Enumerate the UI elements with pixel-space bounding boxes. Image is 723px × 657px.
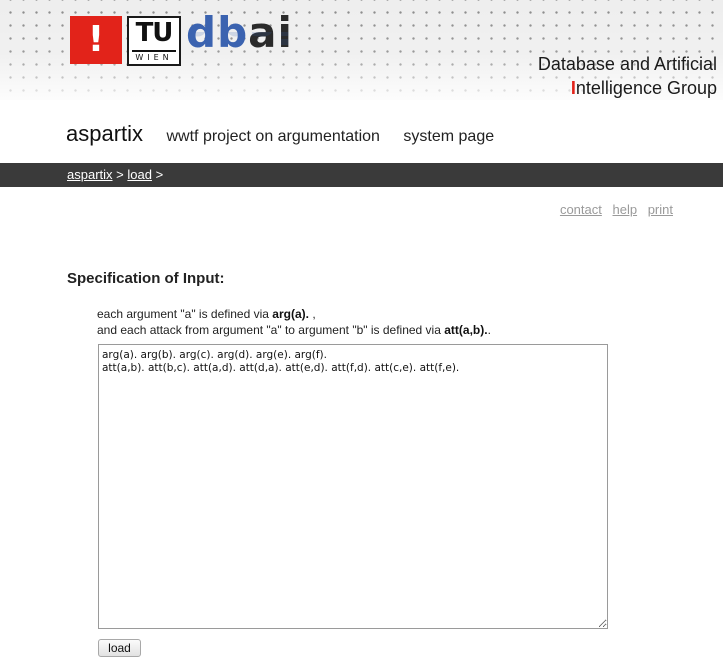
- title-row: aspartix wwtf project on argumentation s…: [66, 121, 494, 147]
- tu-logo-text: TU: [135, 18, 174, 48]
- nav-link-wwtf-project[interactable]: wwtf project on argumentation: [167, 128, 380, 146]
- section-heading: Specification of Input:: [67, 270, 225, 287]
- group-name-line2-rest: ntelligence Group: [575, 78, 717, 98]
- description-line-arguments: each argument "a" is defined via arg(a).…: [97, 307, 316, 321]
- group-name: Database and Artificial Intelligence Gro…: [538, 52, 717, 100]
- site-title[interactable]: aspartix: [66, 121, 143, 147]
- breadcrumb-separator: >: [116, 167, 124, 182]
- dbai-logo-reflection: dbai: [186, 32, 293, 52]
- framework-input-textarea[interactable]: arg(a). arg(b). arg(c). arg(d). arg(e). …: [98, 344, 608, 629]
- breadcrumb-bar: aspartix > load >: [0, 163, 723, 187]
- help-link[interactable]: help: [613, 202, 638, 217]
- group-name-line1: Database and Artificial: [537, 54, 717, 74]
- site-header: ! TU WIEN dbai dbai Database and Artific…: [0, 0, 723, 100]
- description-line-attacks: and each attack from argument "a" to arg…: [97, 323, 491, 337]
- utility-links: contact help print: [553, 202, 673, 217]
- tu-wien-logo-icon[interactable]: TU WIEN: [127, 16, 181, 66]
- input-description: each argument "a" is defined via arg(a).…: [97, 306, 657, 338]
- group-name-line2: Intelligence Group: [538, 76, 717, 100]
- contact-link[interactable]: contact: [560, 202, 602, 217]
- arg-syntax: arg(a).: [272, 307, 309, 321]
- exclamation-logo-icon[interactable]: !: [70, 16, 122, 64]
- breadcrumb: aspartix > load >: [67, 163, 163, 187]
- print-link[interactable]: print: [648, 202, 673, 217]
- breadcrumb-separator: >: [155, 167, 164, 182]
- load-button[interactable]: load: [98, 639, 141, 657]
- breadcrumb-link-load[interactable]: load: [127, 167, 152, 182]
- breadcrumb-link-aspartix[interactable]: aspartix: [67, 167, 113, 182]
- wien-logo-text: WIEN: [132, 50, 176, 63]
- att-syntax: att(a,b).: [444, 323, 488, 337]
- nav-link-system-page[interactable]: system page: [403, 128, 494, 146]
